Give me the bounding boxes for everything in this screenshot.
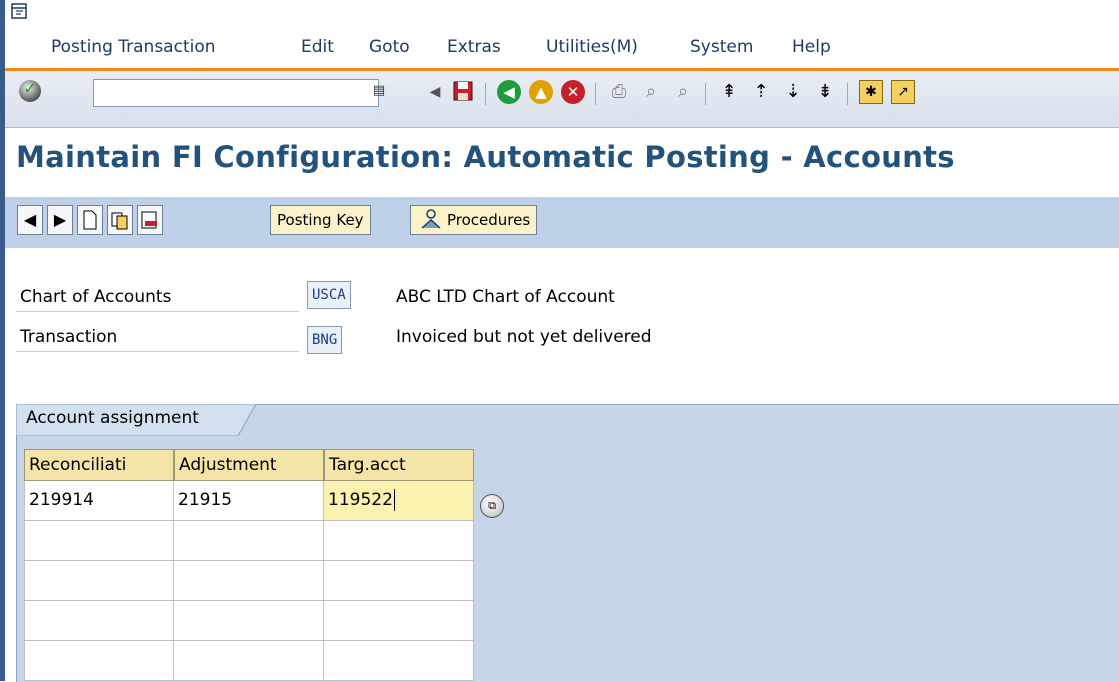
- find-icon[interactable]: ⌕: [639, 80, 663, 104]
- menu-goto[interactable]: Goto: [369, 37, 410, 57]
- print-icon[interactable]: ⎙: [607, 80, 631, 104]
- table-cell[interactable]: [324, 601, 474, 641]
- next-entry-button[interactable]: ▶: [47, 205, 73, 235]
- find-next-icon[interactable]: ⌕: [671, 80, 695, 104]
- tab-account-assignment-label: Account assignment: [26, 408, 199, 428]
- table-cell[interactable]: [324, 561, 474, 601]
- posting-key-button[interactable]: Posting Key: [270, 205, 371, 235]
- application-toolbar: ◀ ▶ Posting Key Procedures: [5, 197, 1119, 248]
- back-arrow-icon[interactable]: ◀: [423, 80, 447, 104]
- table-cell[interactable]: [24, 641, 174, 681]
- table-cell[interactable]: [24, 521, 174, 561]
- text-cursor: [393, 489, 395, 511]
- back-icon[interactable]: ◀: [497, 80, 521, 104]
- table-cell[interactable]: [24, 601, 174, 641]
- table-cell[interactable]: [174, 601, 324, 641]
- table-cell[interactable]: [24, 561, 174, 601]
- next-page-icon[interactable]: ⇣: [781, 80, 805, 104]
- save-icon[interactable]: [451, 80, 475, 104]
- chart-of-accounts-description: ABC LTD Chart of Account: [396, 287, 615, 307]
- menu-system[interactable]: System: [690, 37, 753, 57]
- cancel-icon[interactable]: ✕: [561, 80, 585, 104]
- command-field[interactable]: [93, 79, 379, 107]
- menu-bar: Posting Transaction Edit Goto Extras Uti…: [5, 34, 1119, 68]
- value-help-icon[interactable]: ⧉: [480, 494, 504, 518]
- transaction-field[interactable]: BNG: [307, 326, 343, 354]
- transaction-label: Transaction: [16, 322, 299, 352]
- previous-entry-button[interactable]: ◀: [17, 205, 43, 235]
- menu-extras[interactable]: Extras: [447, 37, 501, 57]
- toolbar-separator: [595, 83, 596, 105]
- column-header-target-account[interactable]: Targ.acct: [324, 449, 474, 481]
- table-cell[interactable]: [324, 521, 474, 561]
- first-page-icon[interactable]: ⇞: [717, 80, 741, 104]
- menu-utilities[interactable]: Utilities(M): [546, 37, 638, 57]
- table-cell[interactable]: [174, 521, 324, 561]
- exit-icon[interactable]: ▲: [529, 80, 553, 104]
- menu-help[interactable]: Help: [792, 37, 831, 57]
- table-cell[interactable]: [174, 641, 324, 681]
- procedures-label: Procedures: [447, 211, 531, 229]
- command-dropdown-icon[interactable]: ▤: [371, 83, 387, 101]
- system-menu-icon[interactable]: [11, 3, 27, 19]
- table-cell[interactable]: [174, 561, 324, 601]
- menu-posting-transaction[interactable]: Posting Transaction: [51, 37, 216, 57]
- delete-icon[interactable]: [137, 205, 163, 235]
- table-cell-target-account-active[interactable]: 119522: [324, 481, 474, 521]
- toolbar-separator: [485, 83, 486, 105]
- page-title: Maintain FI Configuration: Automatic Pos…: [16, 140, 955, 174]
- chart-of-accounts-label: Chart of Accounts: [16, 282, 299, 312]
- shortcut-icon[interactable]: ↗: [891, 80, 915, 104]
- table-cell[interactable]: 21915: [174, 481, 324, 521]
- table-cell[interactable]: 219914: [24, 481, 174, 521]
- column-header-reconciliation[interactable]: Reconciliati: [24, 449, 174, 481]
- new-entries-icon[interactable]: [77, 205, 103, 235]
- chart-of-accounts-field[interactable]: USCA: [307, 281, 351, 309]
- enter-icon[interactable]: ✓: [19, 79, 41, 102]
- last-page-icon[interactable]: ⇟: [813, 80, 837, 104]
- procedures-button[interactable]: Procedures: [410, 205, 538, 235]
- previous-page-icon[interactable]: ⇡: [749, 80, 773, 104]
- transaction-description: Invoiced but not yet delivered: [396, 327, 652, 347]
- menu-edit[interactable]: Edit: [301, 37, 334, 57]
- create-session-icon[interactable]: ✱: [859, 80, 883, 104]
- table-cell[interactable]: [324, 641, 474, 681]
- standard-toolbar: ✓ ▤ ◀ ◀ ▲ ✕ ⎙ ⌕ ⌕ ⇞ ⇡ ⇣ ⇟ ✱ ↗: [5, 71, 1119, 128]
- procedures-icon: [419, 208, 443, 239]
- target-account-value: 119522: [328, 490, 393, 510]
- column-header-adjustment[interactable]: Adjustment: [174, 449, 324, 481]
- toolbar-separator: [705, 83, 706, 105]
- toolbar-separator: [847, 83, 848, 105]
- copy-as-icon[interactable]: [107, 205, 133, 235]
